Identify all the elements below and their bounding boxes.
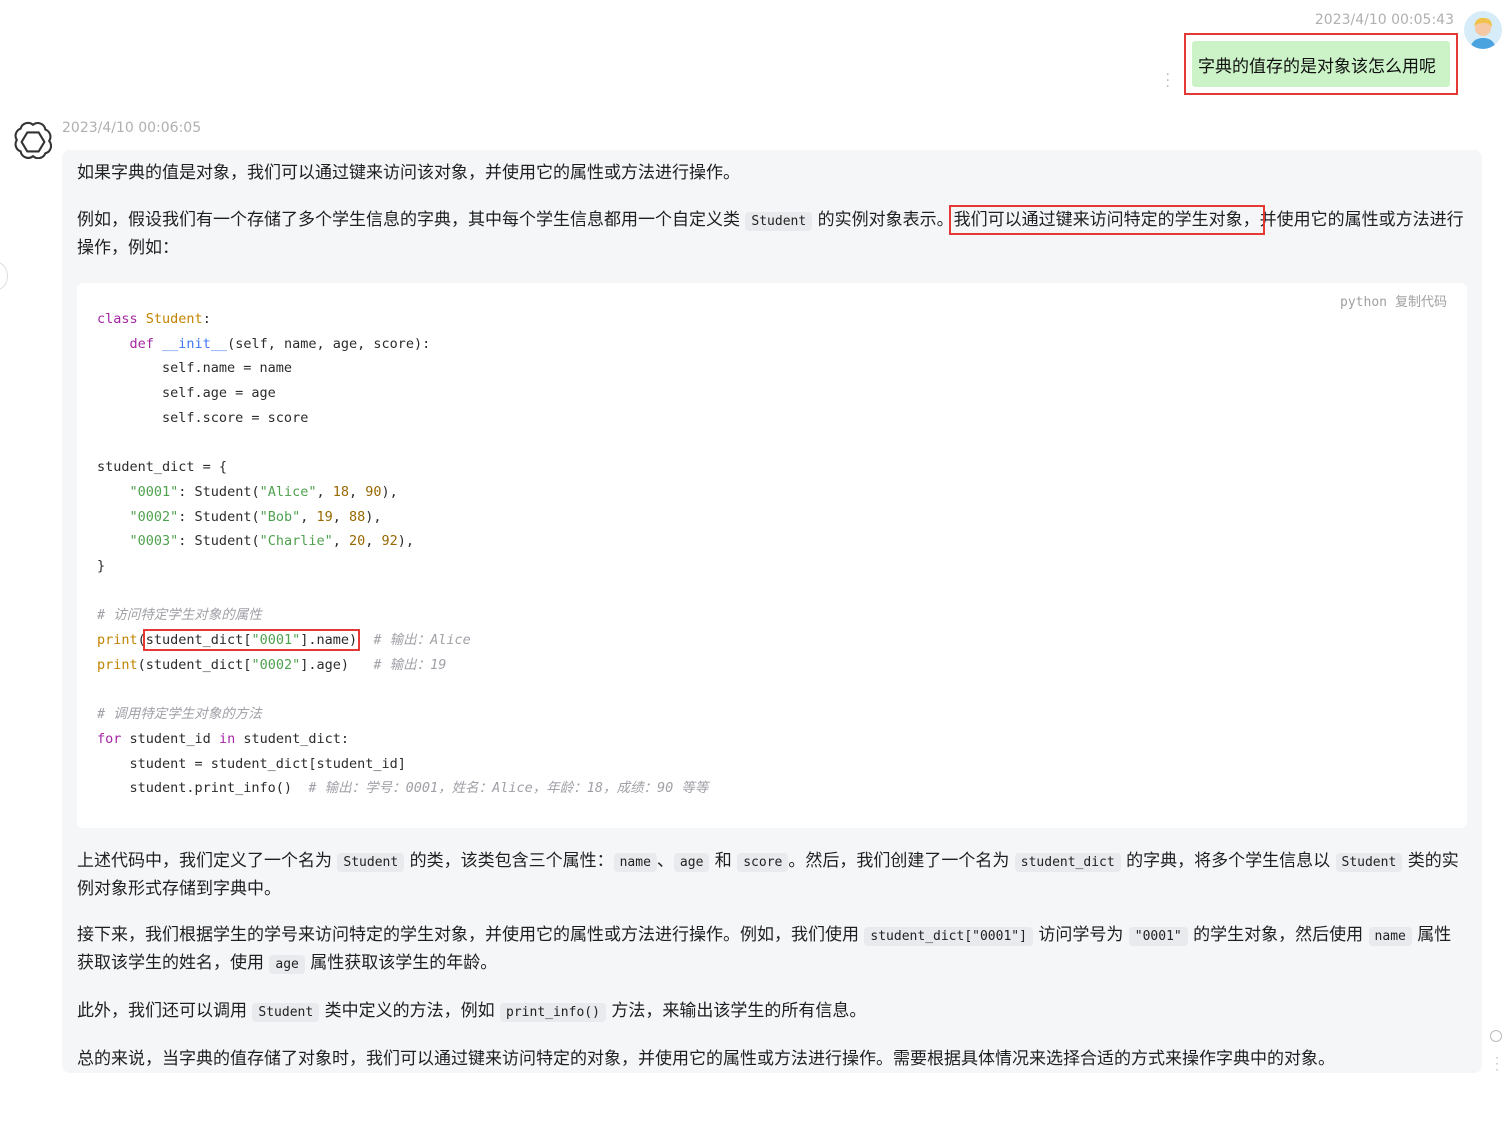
inline-code: score bbox=[737, 853, 789, 872]
paragraph-summary: 总的来说，当字典的值存储了对象时，我们可以通过键来访问特定的对象，并使用它的属性… bbox=[77, 1049, 1335, 1069]
code-header: python 复制代码 bbox=[1332, 291, 1447, 310]
paragraph-methods: 此外，我们还可以调用 Student 类中定义的方法，例如 print_info… bbox=[77, 998, 1467, 1026]
inline-code: "0001" bbox=[1128, 927, 1188, 946]
inline-code: age bbox=[269, 955, 305, 974]
inline-code: name bbox=[613, 853, 657, 872]
user-avatar-icon bbox=[1464, 11, 1502, 49]
text: 。然后，我们创建了一个名为 bbox=[788, 851, 1015, 871]
text: 属性获取该学生的年龄。 bbox=[304, 953, 498, 973]
paragraph-access: 接下来，我们根据学生的学号来访问特定的学生对象，并使用它的属性或方法进行操作。例… bbox=[77, 922, 1467, 978]
user-message-highlight: 字典的值存的是对象该怎么用呢 bbox=[1184, 33, 1458, 95]
code-block: python 复制代码 class Student: def __init__(s… bbox=[77, 283, 1467, 828]
message-more-icon[interactable]: · · · bbox=[1166, 68, 1170, 94]
paragraph-example: 例如，假设我们有一个存储了多个学生信息的字典，其中每个学生信息都用一个自定义类 … bbox=[77, 205, 1467, 261]
code-comment: # 访问特定学生对象的属性 bbox=[97, 607, 262, 624]
code-content: class Student: def __init__(self, name, … bbox=[97, 311, 709, 797]
text: 访问学号为 bbox=[1032, 925, 1129, 945]
chatgpt-logo-icon bbox=[14, 121, 52, 159]
code-comment: # 调用特定学生对象的方法 bbox=[97, 706, 262, 723]
text: 方法，来输出该学生的所有信息。 bbox=[605, 1001, 867, 1021]
copy-code-button[interactable]: 复制代码 bbox=[1395, 295, 1447, 310]
more-options-icon[interactable]: · · · bbox=[1495, 1052, 1499, 1076]
user-message-timestamp: 2023/4/10 00:05:43 bbox=[1314, 12, 1454, 28]
inline-code: print_info() bbox=[500, 1003, 606, 1022]
code-comment: # 输出：19 bbox=[373, 656, 447, 673]
paragraph-explanation: 上述代码中，我们定义了一个名为 Student 的类，该类包含三个属性： name… bbox=[77, 848, 1467, 902]
text: 类中定义的方法，例如 bbox=[319, 1001, 501, 1021]
text: 的类，该类包含三个属性： bbox=[404, 851, 614, 871]
code-comment: # 输出：Alice bbox=[373, 632, 471, 649]
user-avatar bbox=[1464, 11, 1502, 49]
side-panel-toggle[interactable] bbox=[0, 262, 8, 290]
bot-message-timestamp: 2023/4/10 00:06:05 bbox=[62, 120, 202, 136]
user-message-bubble: 字典的值存的是对象该怎么用呢 bbox=[1192, 41, 1450, 87]
code-language-label: python bbox=[1340, 295, 1387, 310]
inline-code: student_dict bbox=[1014, 853, 1121, 872]
text: 的实例对象表示。 bbox=[812, 210, 954, 230]
inline-code: student_dict["0001"] bbox=[864, 927, 1033, 946]
text: 上述代码中，我们定义了一个名为 bbox=[77, 851, 338, 871]
highlighted-text: 我们可以通过键来访问特定的学生对象， bbox=[948, 205, 1265, 235]
highlighted-code: student_dict["0001"].name) bbox=[142, 629, 361, 652]
code-comment: # 输出：学号：0001，姓名：Alice，年龄：18，成绩：90 等等 bbox=[308, 780, 709, 797]
scroll-indicator[interactable] bbox=[1490, 1030, 1502, 1042]
inline-code: Student bbox=[1335, 853, 1403, 872]
inline-code: name bbox=[1368, 927, 1412, 946]
text: 例如，假设我们有一个存储了多个学生信息的字典，其中每个学生信息都用一个自定义类 bbox=[77, 210, 746, 230]
text: 的字典，将多个学生信息以 bbox=[1120, 851, 1336, 871]
bot-message-bubble: 如果字典的值是对象，我们可以通过键来访问该对象，并使用它的属性或方法进行操作。 … bbox=[62, 150, 1482, 1073]
text: 接下来，我们根据学生的学号来访问特定的学生对象，并使用它的属性或方法进行操作。例… bbox=[77, 925, 865, 945]
text: 此外，我们还可以调用 bbox=[77, 1001, 253, 1021]
text: 的学生对象，然后使用 bbox=[1187, 925, 1369, 945]
text: 和 bbox=[709, 851, 738, 871]
inline-code: Student bbox=[745, 212, 813, 231]
inline-code: Student bbox=[252, 1003, 320, 1022]
text: 、 bbox=[656, 851, 674, 871]
inline-code: age bbox=[673, 853, 710, 872]
paragraph-intro: 如果字典的值是对象，我们可以通过键来访问该对象，并使用它的属性或方法进行操作。 bbox=[77, 163, 740, 183]
inline-code: Student bbox=[337, 853, 405, 872]
